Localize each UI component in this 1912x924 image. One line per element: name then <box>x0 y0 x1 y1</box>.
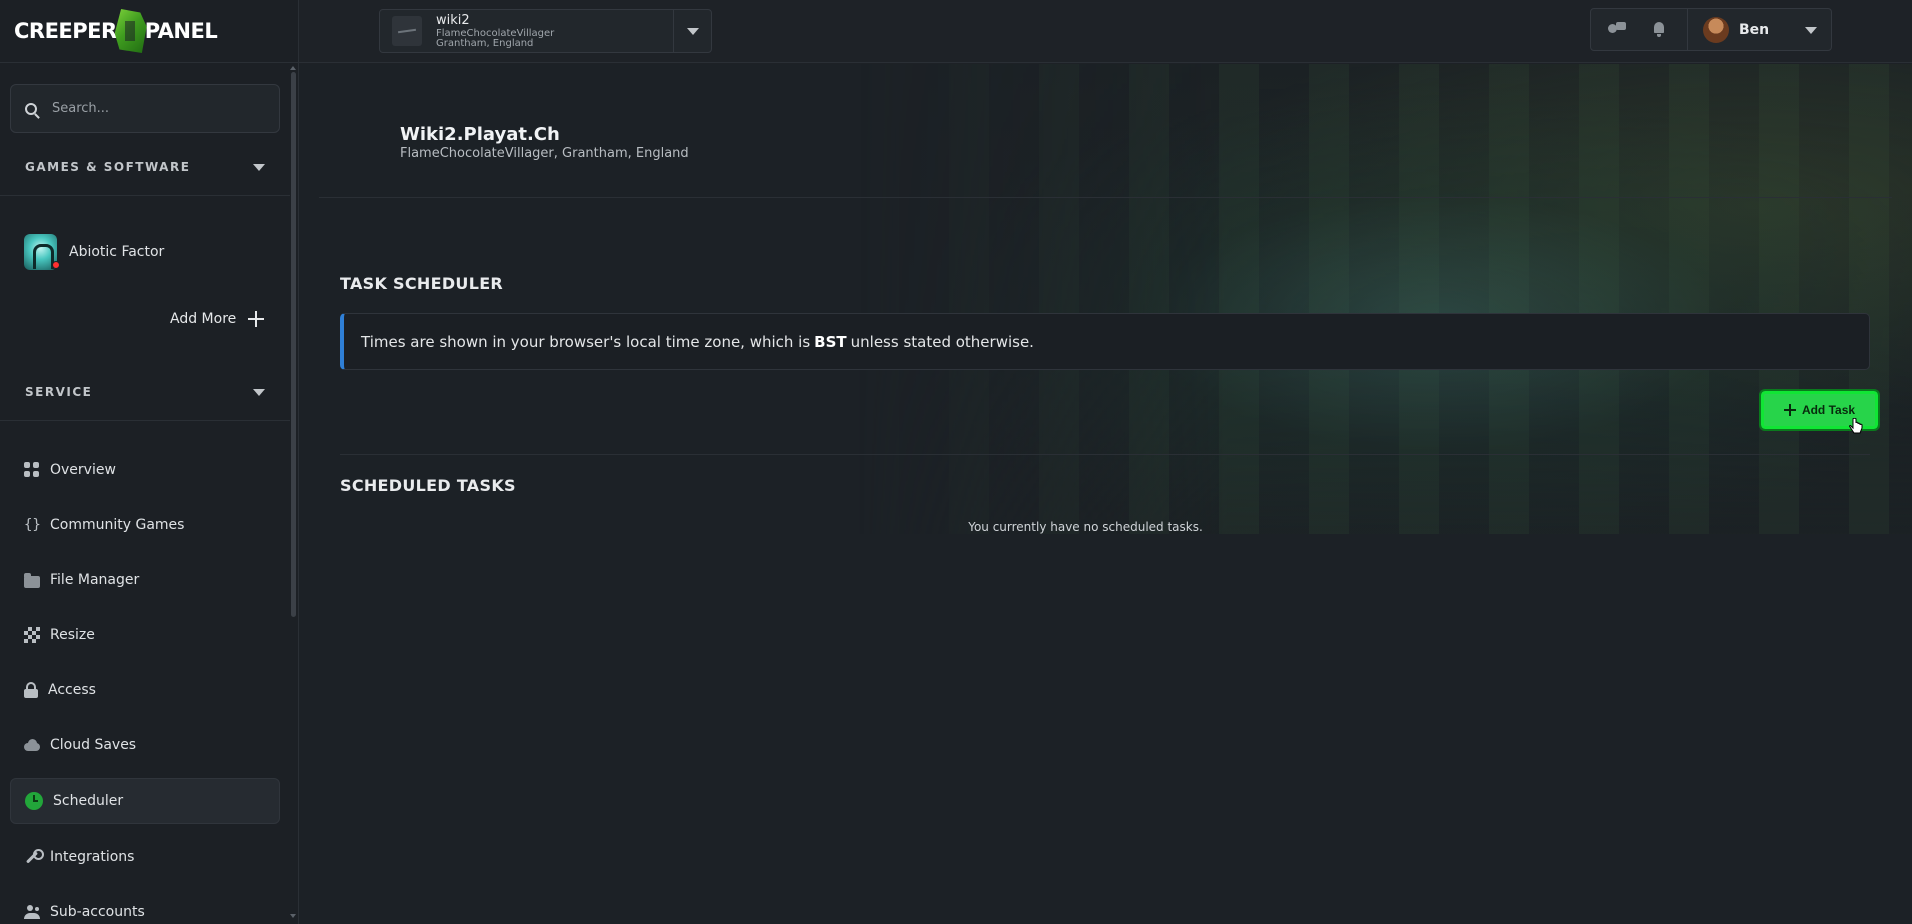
page-title: Wiki2.Playat.Ch <box>400 124 560 145</box>
top-bar: wiki2 FlameChocolateVillager Grantham, E… <box>299 0 1912 63</box>
sidebar-item-cloud-saves[interactable]: Cloud Saves <box>10 722 280 768</box>
chevron-down-icon[interactable] <box>1805 27 1817 34</box>
search-icon <box>25 102 37 115</box>
server-thumbnail <box>392 16 422 46</box>
service-section-header[interactable]: SERVICE <box>0 377 290 407</box>
empty-tasks-message: You currently have no scheduled tasks. <box>968 520 1203 534</box>
cloud-icon <box>24 737 40 753</box>
add-more-button[interactable]: Add More <box>170 311 265 327</box>
clock-icon <box>25 792 43 810</box>
service-section-label: SERVICE <box>25 385 93 399</box>
hero-background <box>859 64 1912 534</box>
timezone-info-alert: Times are shown in your browser's local … <box>340 313 1870 370</box>
sidebar-item-file-manager[interactable]: File Manager <box>10 557 280 603</box>
folder-icon <box>24 572 40 588</box>
server-dropdown-toggle[interactable] <box>673 10 711 52</box>
avatar[interactable] <box>1703 16 1729 43</box>
scheduled-tasks-heading: SCHEDULED TASKS <box>340 476 516 495</box>
hand-cursor-icon <box>1849 418 1863 434</box>
server-node: FlameChocolateVillager <box>436 27 555 39</box>
chat-icon[interactable] <box>1608 21 1626 38</box>
creeper-cube-icon <box>114 9 147 53</box>
creeperpanel-logo[interactable]: CREEPER PANEL <box>14 9 218 53</box>
sidebar-item-label: Integrations <box>50 849 135 865</box>
divider <box>0 195 290 196</box>
wrench-icon <box>24 849 44 865</box>
sidebar-item-sub-accounts[interactable]: Sub-accounts <box>10 889 280 924</box>
sidebar-item-integrations[interactable]: Integrations <box>10 834 280 880</box>
sidebar-item-label: Scheduler <box>53 793 124 809</box>
search-box[interactable] <box>10 84 280 133</box>
abiotic-factor-icon <box>24 234 60 270</box>
user-name[interactable]: Ben <box>1739 22 1769 38</box>
logo-area: CREEPER PANEL <box>0 0 298 63</box>
users-icon <box>24 904 40 920</box>
sidebar-scrollbar[interactable] <box>291 72 296 617</box>
scroll-up-arrow[interactable] <box>290 66 296 70</box>
bell-icon[interactable] <box>1651 21 1669 38</box>
chevron-down-icon <box>253 163 265 171</box>
sidebar-item-label: Overview <box>50 462 116 478</box>
user-menu: Ben <box>1590 8 1832 51</box>
sidebar-item-label: Sub-accounts <box>50 904 145 920</box>
divider <box>0 420 290 421</box>
sidebar-item-label: Access <box>48 682 96 698</box>
page-subtitle: FlameChocolateVillager, Grantham, Englan… <box>400 146 689 161</box>
sidebar-item-label: Community Games <box>50 517 185 533</box>
server-info: wiki2 FlameChocolateVillager Grantham, E… <box>436 14 554 49</box>
game-item-abiotic-factor[interactable]: Abiotic Factor <box>24 234 164 270</box>
add-more-label: Add More <box>170 311 237 327</box>
sidebar-item-scheduler[interactable]: Scheduler <box>10 778 280 824</box>
chevron-down-icon <box>686 27 699 35</box>
sidebar-item-access[interactable]: Access <box>10 667 280 713</box>
plus-icon <box>248 311 265 327</box>
search-input[interactable] <box>52 101 252 116</box>
game-label: Abiotic Factor <box>69 244 165 260</box>
sidebar: CREEPER PANEL GAMES & SOFTWARE Abiotic F… <box>0 0 299 924</box>
logo-text-left: CREEPER <box>14 19 117 43</box>
braces-icon: {} <box>24 517 41 533</box>
sidebar-item-label: File Manager <box>50 572 140 588</box>
sidebar-item-label: Resize <box>50 627 95 643</box>
plus-icon <box>1783 404 1796 416</box>
divider <box>340 454 1870 455</box>
sidebar-item-resize[interactable]: Resize <box>10 612 280 658</box>
info-timezone: BST <box>814 332 847 351</box>
logo-text-right: PANEL <box>144 19 218 43</box>
info-text-suffix: unless stated otherwise. <box>850 332 1034 351</box>
resize-icon <box>24 627 40 643</box>
add-task-label: Add Task <box>1801 403 1856 417</box>
task-scheduler-heading: TASK SCHEDULER <box>340 274 504 293</box>
server-name: wiki2 <box>436 12 470 28</box>
main-content: Wiki2.Playat.Ch FlameChocolateVillager, … <box>299 64 1912 924</box>
sidebar-item-overview[interactable]: Overview <box>10 447 280 493</box>
sidebar-item-community-games[interactable]: {} Community Games <box>10 502 280 548</box>
games-section-header[interactable]: GAMES & SOFTWARE <box>0 152 290 182</box>
server-selector[interactable]: wiki2 FlameChocolateVillager Grantham, E… <box>379 9 712 53</box>
scroll-down-arrow[interactable] <box>290 914 296 918</box>
games-section-label: GAMES & SOFTWARE <box>25 160 191 174</box>
status-offline-dot <box>52 261 60 269</box>
server-location: Grantham, England <box>436 37 534 49</box>
info-text-prefix: Times are shown in your browser's local … <box>361 332 811 351</box>
sidebar-item-label: Cloud Saves <box>50 737 137 753</box>
divider <box>319 197 1892 198</box>
divider <box>1687 8 1688 51</box>
lock-icon <box>24 682 38 698</box>
overview-grid-icon <box>24 462 40 478</box>
chevron-down-icon <box>253 388 265 396</box>
